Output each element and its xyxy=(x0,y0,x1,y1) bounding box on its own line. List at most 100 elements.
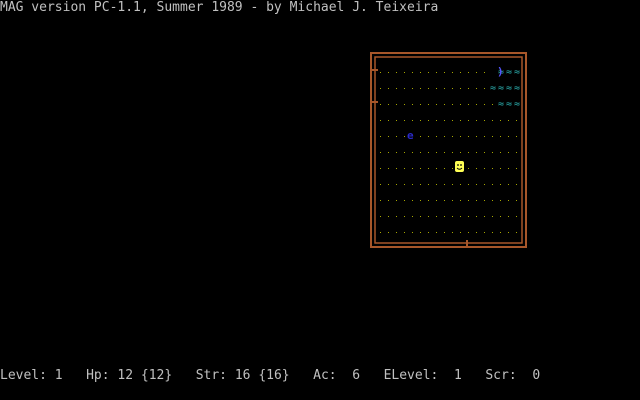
floor-dot xyxy=(476,88,477,89)
floor-dot xyxy=(380,232,381,233)
floor-dot xyxy=(452,184,453,185)
floor-dot xyxy=(380,152,381,153)
floor-dot xyxy=(492,152,493,153)
floor-dot xyxy=(476,184,477,185)
floor-dot xyxy=(428,216,429,217)
floor-dot xyxy=(444,152,445,153)
floor-dot xyxy=(476,136,477,137)
floor-dot xyxy=(380,136,381,137)
floor-dot xyxy=(444,168,445,169)
floor-dot xyxy=(412,168,413,169)
floor-dot xyxy=(460,88,461,89)
floor-dot xyxy=(444,184,445,185)
floor-dot xyxy=(484,136,485,137)
floor-dot xyxy=(388,120,389,121)
floor-dot xyxy=(468,184,469,185)
water-tile: ≈ xyxy=(514,83,520,94)
floor-dot xyxy=(388,152,389,153)
floor-dot xyxy=(492,232,493,233)
ac-label: Ac: xyxy=(313,368,337,383)
floor-dot xyxy=(388,104,389,105)
floor-dot xyxy=(476,104,477,105)
floor-dot xyxy=(484,120,485,121)
floor-dot xyxy=(476,152,477,153)
floor-dot xyxy=(420,216,421,217)
floor-dot xyxy=(380,120,381,121)
floor-dot xyxy=(508,200,509,201)
water-tile: ≈ xyxy=(506,83,512,94)
ac-value: 6 xyxy=(352,368,361,383)
floor-dot xyxy=(436,136,437,137)
hp-value: 12 xyxy=(117,368,134,383)
dungeon-room: ≈ ≈ ≈ ≈ ≈ ≈ ≈ ≈ ≈ ≈ ) e xyxy=(370,52,527,248)
floor-dot xyxy=(396,120,397,121)
floor-dot xyxy=(500,168,501,169)
floor-dot xyxy=(516,136,517,137)
floor-dot xyxy=(380,200,381,201)
floor-dot xyxy=(388,168,389,169)
floor-dot xyxy=(484,88,485,89)
floor-dot xyxy=(412,104,413,105)
floor-dot xyxy=(380,184,381,185)
floor-dot xyxy=(508,120,509,121)
floor-dot xyxy=(476,200,477,201)
floor-dot xyxy=(492,216,493,217)
floor-dot xyxy=(396,136,397,137)
floor-dot xyxy=(420,200,421,201)
floor-dot xyxy=(428,232,429,233)
level-label: Level: xyxy=(0,368,47,383)
floor-dot xyxy=(436,88,437,89)
floor-dot xyxy=(516,152,517,153)
floor-dot xyxy=(412,216,413,217)
floor-dot xyxy=(444,88,445,89)
floor-dot xyxy=(468,88,469,89)
floor-dot xyxy=(420,152,421,153)
monster-icon[interactable]: e xyxy=(407,129,414,142)
floor-dot xyxy=(404,136,405,137)
floor-dot xyxy=(476,168,477,169)
floor-dot xyxy=(444,232,445,233)
floor-dot xyxy=(452,232,453,233)
floor-dot xyxy=(436,168,437,169)
floor-dot xyxy=(420,184,421,185)
floor-dot xyxy=(428,184,429,185)
floor-dot xyxy=(404,152,405,153)
floor-dot xyxy=(460,200,461,201)
floor-dot xyxy=(428,168,429,169)
floor-dot xyxy=(404,120,405,121)
water-tile: ≈ xyxy=(498,99,504,110)
floor-dot xyxy=(500,216,501,217)
floor-dot xyxy=(396,104,397,105)
floor-dot xyxy=(388,184,389,185)
floor-dot xyxy=(404,216,405,217)
floor-dot xyxy=(508,232,509,233)
floor-dot xyxy=(508,152,509,153)
weapon-bracket-icon[interactable]: ) xyxy=(497,65,504,78)
floor-dot xyxy=(484,104,485,105)
floor-dot xyxy=(420,232,421,233)
floor-dot xyxy=(492,200,493,201)
floor-dot xyxy=(404,104,405,105)
floor-dot xyxy=(444,200,445,201)
str-label: Str: xyxy=(195,368,228,383)
smiley-face-icon[interactable] xyxy=(455,161,464,172)
floor-dot xyxy=(468,152,469,153)
floor-dot xyxy=(468,200,469,201)
floor-dot xyxy=(420,104,421,105)
floor-dot xyxy=(444,72,445,73)
floor-dot xyxy=(460,72,461,73)
floor-dot xyxy=(412,200,413,201)
floor-dot xyxy=(404,184,405,185)
floor-dot xyxy=(476,232,477,233)
floor-dot xyxy=(380,104,381,105)
floor-dot xyxy=(404,168,405,169)
floor-dot xyxy=(404,200,405,201)
floor-dot xyxy=(484,216,485,217)
floor-dot xyxy=(468,136,469,137)
water-tile: ≈ xyxy=(498,83,504,94)
floor-dot xyxy=(436,216,437,217)
level-value: 1 xyxy=(54,368,63,383)
floor-dot xyxy=(388,232,389,233)
floor-dot xyxy=(492,104,493,105)
floor-dot xyxy=(428,104,429,105)
